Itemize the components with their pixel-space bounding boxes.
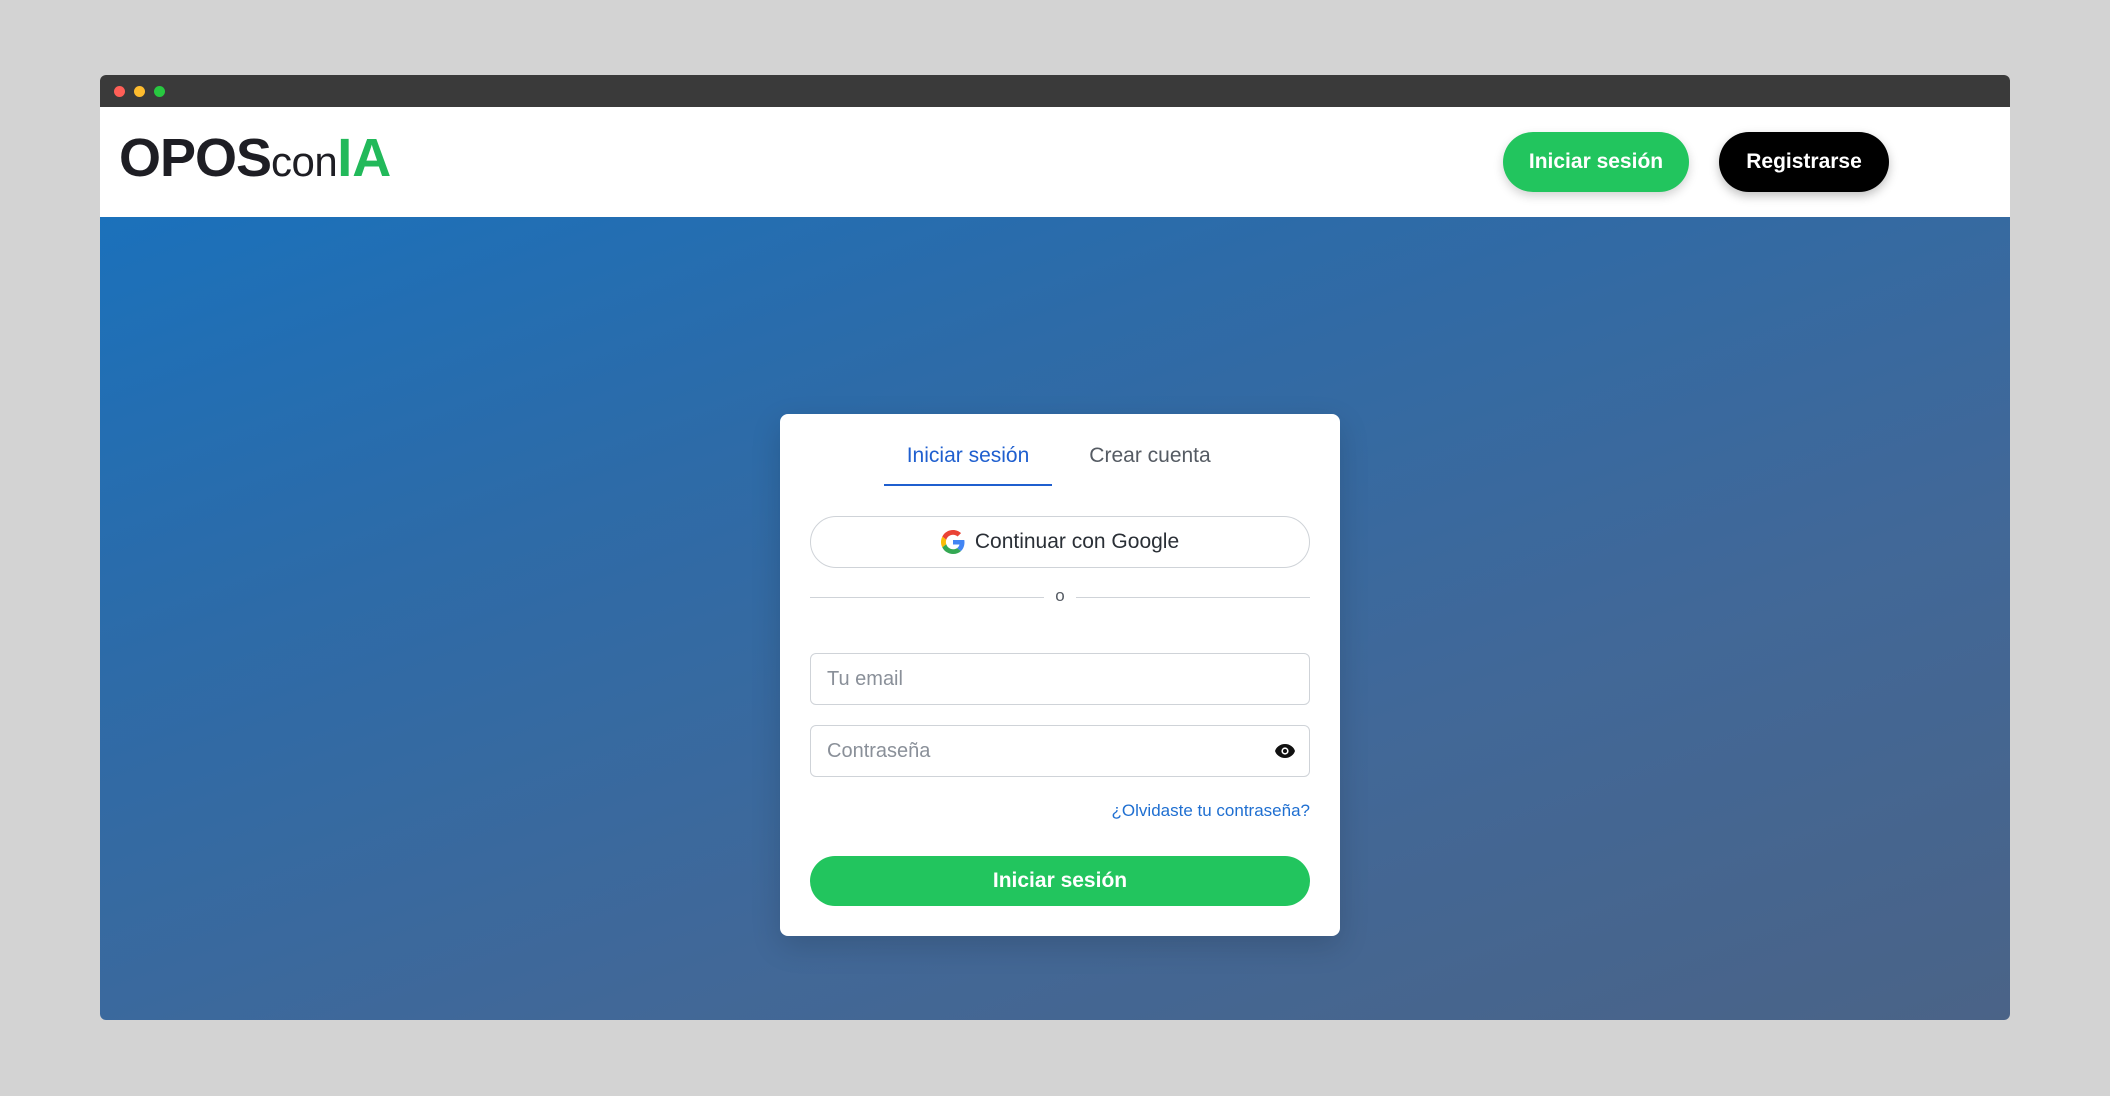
browser-window: OPOSconIA Iniciar sesión Registrarse Ini… <box>100 75 2010 1020</box>
tab-login[interactable]: Iniciar sesión <box>884 444 1052 486</box>
divider-text: o <box>1055 586 1065 605</box>
tab-create-account-label: Crear cuenta <box>1089 444 1211 467</box>
top-navbar: OPOSconIA Iniciar sesión Registrarse <box>100 107 2010 217</box>
password-field[interactable] <box>810 725 1310 777</box>
tab-login-label: Iniciar sesión <box>906 444 1030 467</box>
logo-text-con: con <box>271 138 338 185</box>
minimize-window-dot[interactable] <box>134 86 145 97</box>
window-titlebar <box>100 75 2010 107</box>
logo-text-ia: IA <box>337 128 392 188</box>
site-logo[interactable]: OPOSconIA <box>119 131 391 185</box>
hero-background: Iniciar sesión Crear cuenta Continuar co… <box>100 217 2010 1020</box>
divider-line-right <box>1076 597 1310 598</box>
or-divider: o <box>810 586 1310 608</box>
google-icon <box>940 530 965 554</box>
tab-create-account[interactable]: Crear cuenta <box>1080 444 1220 484</box>
nav-register-button[interactable]: Registrarse <box>1719 132 1889 192</box>
auth-card: Iniciar sesión Crear cuenta Continuar co… <box>780 414 1340 936</box>
maximize-window-dot[interactable] <box>154 86 165 97</box>
logo-text-opos: OPOS <box>119 128 272 188</box>
divider-line-left <box>810 597 1044 598</box>
login-submit-button[interactable]: Iniciar sesión <box>810 856 1310 906</box>
email-field[interactable] <box>810 653 1310 705</box>
eye-icon[interactable] <box>1273 740 1297 762</box>
close-window-dot[interactable] <box>114 86 125 97</box>
active-tab-underline <box>884 484 1052 486</box>
nav-login-button[interactable]: Iniciar sesión <box>1503 132 1689 192</box>
forgot-password-link[interactable]: ¿Olvidaste tu contraseña? <box>1112 801 1310 821</box>
google-signin-button[interactable]: Continuar con Google <box>810 516 1310 568</box>
google-signin-label: Continuar con Google <box>974 530 1180 553</box>
